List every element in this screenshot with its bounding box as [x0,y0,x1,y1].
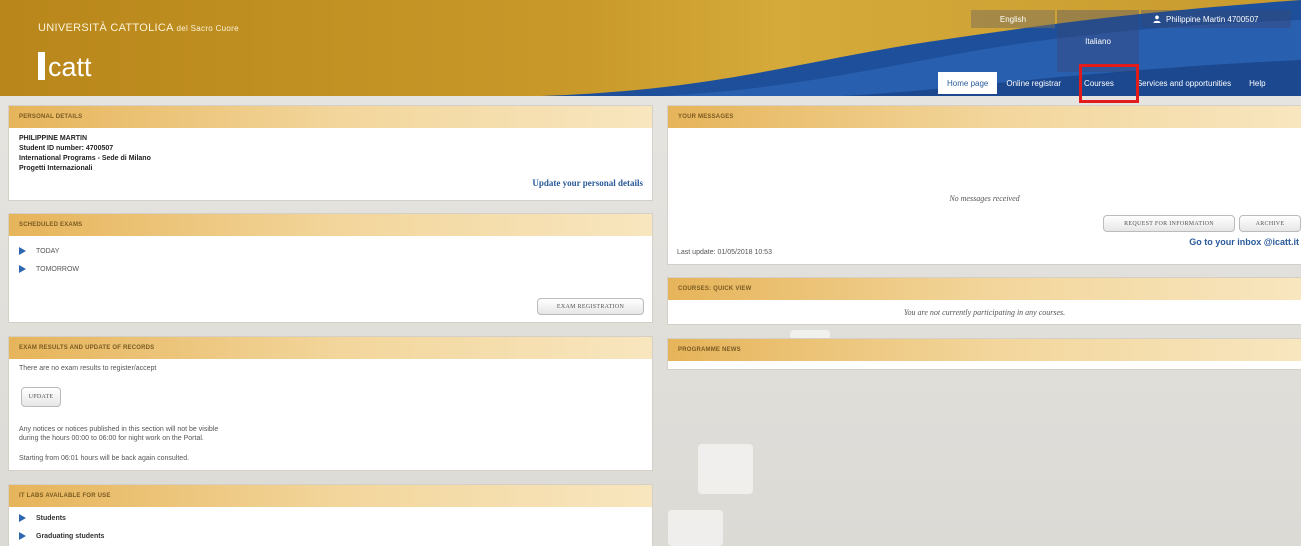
language-english[interactable]: English [971,10,1055,28]
exam-item-tomorrow[interactable]: TOMORROW [19,260,642,278]
nav-help[interactable]: Help [1240,72,1274,94]
request-information-button[interactable]: REQUEST FOR INFORMATION [1103,215,1235,232]
student-program: International Programs - Sede di Milano [19,155,151,162]
panel-title: EXAM RESULTS AND UPDATE OF RECORDS [9,337,652,359]
background-tile [668,510,723,546]
panel-title: COURSES: QUICK VIEW [668,278,1301,300]
university-name: UNIVERSITÀ CATTOLICA del Sacro Cuore [38,22,239,34]
messages-panel: YOUR MESSAGES No messages received REQUE… [667,105,1301,265]
language-italiano[interactable]: Italiano [1057,10,1139,72]
lab-item-students[interactable]: Students [19,509,642,527]
archive-button[interactable]: ARCHIVE [1239,215,1301,232]
panel-title: PROGRAMME NEWS [668,339,1301,361]
exam-item-today[interactable]: TODAY [19,242,642,260]
last-update-text: Last update: 01/05/2018 10:53 [677,249,772,256]
update-personal-details-link[interactable]: Update your personal details [532,178,643,188]
exam-results-panel: EXAM RESULTS AND UPDATE OF RECORDS There… [8,336,653,471]
panel-title: YOUR MESSAGES [668,106,1301,128]
scheduled-exams-panel: SCHEDULED EXAMS TODAY TOMORROW EXAM REGI… [8,213,653,323]
programme-news-panel: PROGRAMME NEWS [667,338,1301,370]
student-name: PHILIPPINE MARTIN [19,135,88,142]
no-messages-text: No messages received [949,194,1020,203]
logo-mark [38,52,45,80]
expand-arrow-icon [19,247,26,255]
user-menu[interactable]: Philippine Martin 4700507 [1141,10,1291,28]
it-labs-panel: IT LABS AVAILABLE FOR USE Students Gradu… [8,484,653,546]
panel-title: SCHEDULED EXAMS [9,214,652,236]
portal-notice-text: Any notices or notices published in this… [19,426,219,442]
exam-registration-button[interactable]: EXAM REGISTRATION [537,298,644,315]
icatt-logo[interactable]: catt [38,46,92,81]
expand-arrow-icon [19,514,26,522]
background-tile [698,444,753,494]
user-icon [1153,15,1161,23]
lab-item-graduating-students[interactable]: Graduating students [19,527,642,545]
expand-arrow-icon [19,265,26,273]
nav-online-registrar[interactable]: Online registrar [997,72,1070,94]
courses-highlight-box [1079,64,1139,103]
top-utility-bar: English Italiano Philippine Martin 47005… [971,10,1291,72]
inbox-link[interactable]: Go to your inbox @icatt.it [1189,237,1299,247]
portal-availability-text: Starting from 06:01 hours will be back a… [19,455,190,462]
student-unit: Progetti Internazionali [19,165,93,172]
panel-title: IT LABS AVAILABLE FOR USE [9,485,652,507]
expand-arrow-icon [19,532,26,540]
nav-services-and-opportunities[interactable]: Services and opportunities [1128,72,1240,94]
personal-details-panel: PERSONAL DETAILS PHILIPPINE MARTIN Stude… [8,105,653,201]
courses-quick-view-panel: COURSES: QUICK VIEW You are not currentl… [667,277,1301,325]
no-exam-results-text: There are no exam results to register/ac… [19,365,157,372]
update-button[interactable]: UPDATE [21,387,61,407]
nav-home-page[interactable]: Home page [938,72,998,94]
student-id: Student ID number: 4700507 [19,145,114,152]
panel-title: PERSONAL DETAILS [9,106,652,128]
no-courses-text: You are not currently participating in a… [903,308,1066,317]
